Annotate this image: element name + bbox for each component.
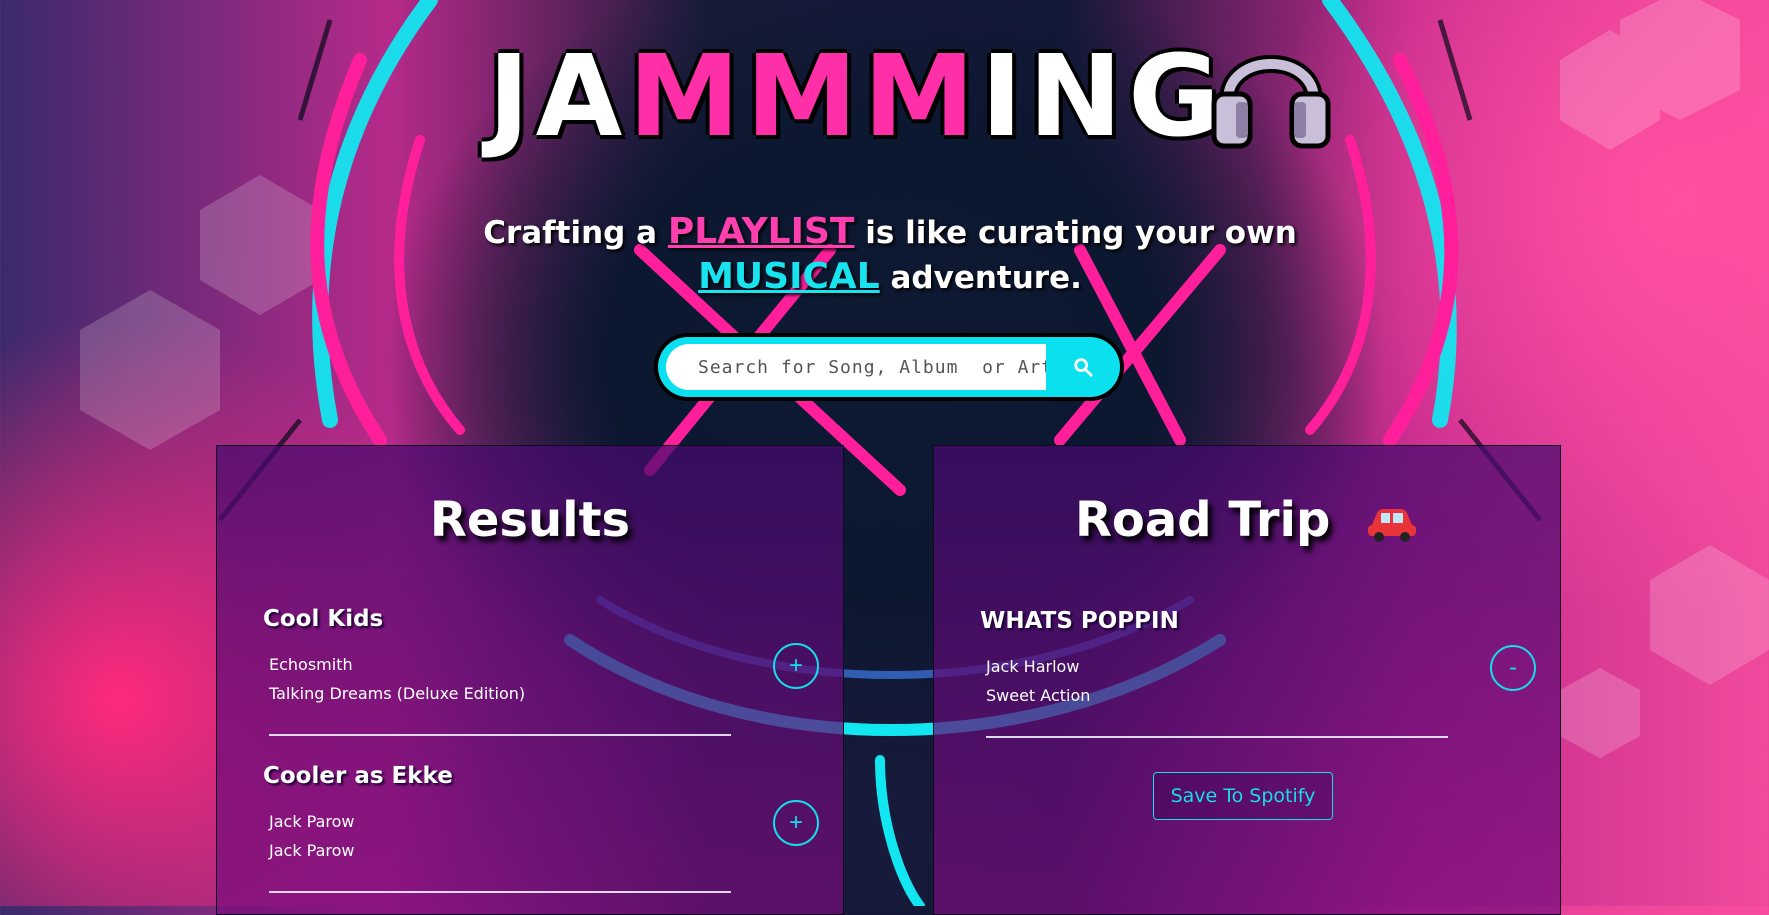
car-icon — [1368, 509, 1417, 542]
search-icon — [1074, 358, 1093, 377]
add-track-button[interactable]: + — [773, 800, 819, 846]
result-track: Cooler as Ekke Jack Parow Jack Parow + — [263, 763, 819, 893]
track-artist: Jack Parow — [269, 812, 355, 831]
track-artist: Jack Harlow — [986, 657, 1080, 676]
playlist-title[interactable]: Road Trip — [1075, 492, 1330, 548]
search-button[interactable] — [1054, 344, 1112, 390]
track-divider — [269, 891, 731, 893]
tagline-part-1: Crafting a — [483, 215, 668, 251]
search-input[interactable] — [666, 344, 1046, 390]
tagline-highlight-musical: MUSICAL — [698, 256, 880, 297]
logo-part-2: MMM — [628, 32, 981, 162]
results-panel: Results Cool Kids Echosmith Talking Drea… — [216, 445, 844, 915]
tagline-part-3: adventure. — [879, 260, 1082, 296]
logo-part-1: JA — [488, 32, 629, 162]
result-track: Cool Kids Echosmith Talking Dreams (Delu… — [263, 606, 819, 736]
playlist-panel: Road Trip WHATS POPPIN Jack Harlow Sweet… — [933, 445, 1561, 915]
track-name: Cooler as Ekke — [263, 763, 453, 789]
app-logo: JA MMM ING — [488, 22, 1226, 172]
results-title: Results — [429, 492, 631, 548]
tagline-part-2: is like curating your own — [854, 215, 1297, 251]
remove-track-button[interactable]: - — [1490, 645, 1536, 691]
track-divider — [269, 734, 731, 736]
logo-part-3: ING — [980, 32, 1227, 162]
search-bar — [658, 337, 1120, 397]
headphones-icon — [1211, 55, 1331, 149]
tagline: Crafting a PLAYLIST is like curating you… — [400, 210, 1380, 300]
add-track-button[interactable]: + — [773, 643, 819, 689]
save-to-spotify-button[interactable]: Save To Spotify — [1153, 772, 1333, 820]
playlist-track: WHATS POPPIN Jack Harlow Sweet Action - — [980, 608, 1536, 738]
track-artist: Echosmith — [269, 655, 353, 674]
track-name: Cool Kids — [263, 606, 384, 632]
tagline-highlight-playlist: PLAYLIST — [667, 211, 855, 252]
playlist-title-row: Road Trip — [934, 492, 1560, 548]
track-album: Talking Dreams (Deluxe Edition) — [269, 684, 526, 703]
track-divider — [986, 736, 1448, 738]
track-album: Sweet Action — [986, 686, 1091, 705]
track-album: Jack Parow — [269, 841, 355, 860]
track-name: WHATS POPPIN — [980, 608, 1179, 634]
